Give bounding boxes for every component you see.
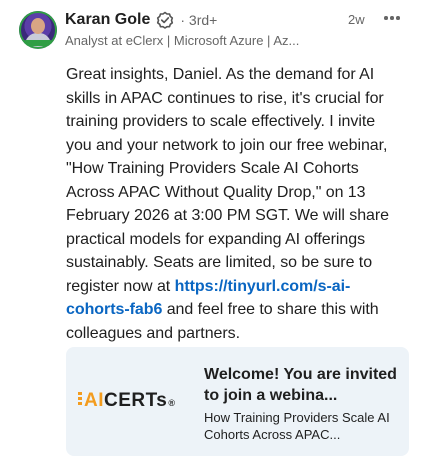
comment-text-before: Great insights, Daniel. As the demand fo… <box>66 66 390 295</box>
aicerts-logo: AI CERTs ® <box>78 390 176 412</box>
comment-post: Karan Gole · 3rd+ Analyst at eClerx | Mi… <box>0 0 427 469</box>
avatar-ring <box>19 11 57 49</box>
more-options-icon[interactable] <box>380 8 404 28</box>
logo-bars-icon <box>78 392 82 406</box>
comment-text: Great insights, Daniel. As the demand fo… <box>66 63 404 345</box>
verified-badge-icon <box>157 11 174 29</box>
author-name-row: Karan Gole · 3rd+ <box>65 11 217 29</box>
preview-description: How Training Providers Scale AI Cohorts … <box>204 410 390 442</box>
logo-registered-mark: ® <box>168 398 176 408</box>
author-name[interactable]: Karan Gole <box>65 11 150 29</box>
preview-title[interactable]: Welcome! You are invited to join a webin… <box>204 364 400 406</box>
connection-degree: · 3rd+ <box>180 12 218 28</box>
logo-ai-text: AI <box>84 390 104 411</box>
link-preview-card[interactable]: AI CERTs ® Welcome! You are invited to j… <box>66 347 409 456</box>
post-time: 2w <box>348 12 365 27</box>
logo-certs-text: CERTs <box>104 390 168 411</box>
author-avatar[interactable] <box>19 11 57 49</box>
author-headline: Analyst at eClerx | Microsoft Azure | Az… <box>65 33 300 48</box>
